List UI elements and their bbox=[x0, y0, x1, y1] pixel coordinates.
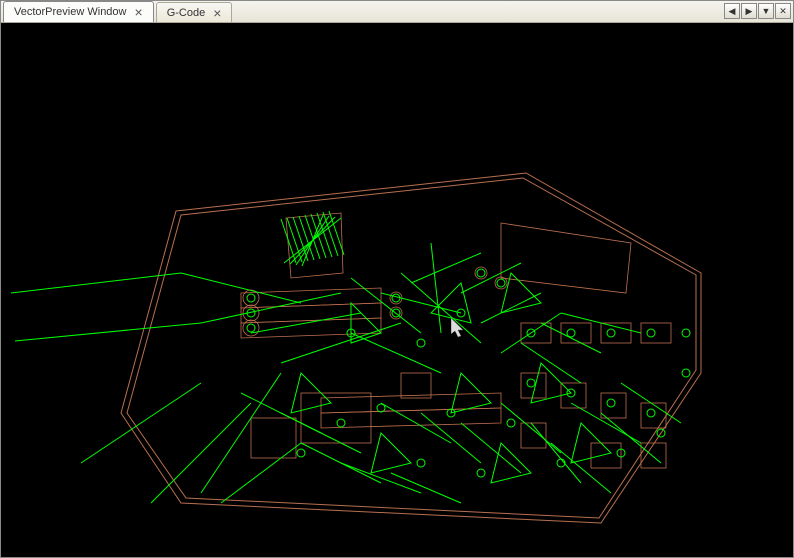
tab-label: G-Code bbox=[167, 7, 206, 19]
tab-gcode[interactable]: G-Code × bbox=[156, 2, 233, 22]
tab-bar: VectorPreview Window × G-Code × ◀ ▶ ▼ ✕ bbox=[1, 1, 793, 23]
tab-controls: ◀ ▶ ▼ ✕ bbox=[724, 3, 791, 19]
rapid-travel-paths bbox=[11, 211, 681, 503]
close-icon[interactable]: × bbox=[211, 6, 223, 20]
tab-menu-button[interactable]: ▼ bbox=[758, 3, 774, 19]
toolpath-nodes bbox=[247, 269, 690, 477]
vector-preview-canvas bbox=[1, 23, 793, 557]
vector-preview-viewport[interactable] bbox=[1, 23, 793, 557]
tab-vector-preview[interactable]: VectorPreview Window × bbox=[3, 1, 154, 22]
main-window: VectorPreview Window × G-Code × ◀ ▶ ▼ ✕ bbox=[0, 0, 794, 558]
tab-label: VectorPreview Window bbox=[14, 6, 127, 18]
board-outline bbox=[121, 173, 701, 523]
tab-close-button[interactable]: ✕ bbox=[775, 3, 791, 19]
close-icon[interactable]: × bbox=[133, 5, 145, 19]
next-tab-button[interactable]: ▶ bbox=[741, 3, 757, 19]
prev-tab-button[interactable]: ◀ bbox=[724, 3, 740, 19]
